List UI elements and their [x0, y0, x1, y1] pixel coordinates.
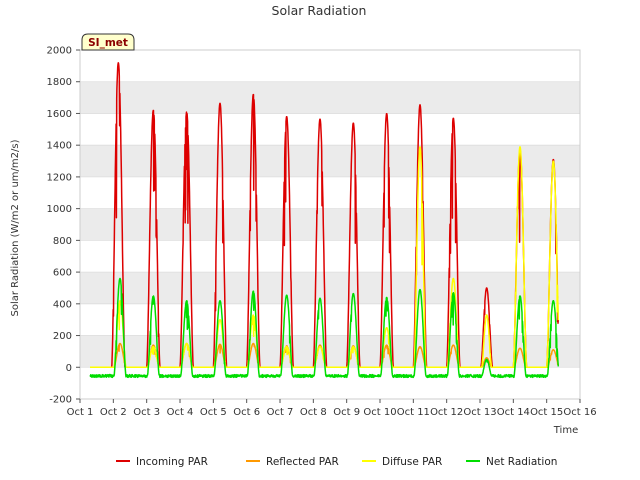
legend-label: Incoming PAR	[136, 456, 208, 468]
x-tick-label: Oct 10	[363, 407, 396, 418]
x-tick-label: Oct 15	[530, 407, 563, 418]
grid-band	[80, 208, 580, 241]
badge-label: SI_met	[88, 37, 128, 49]
x-tick-label: Oct 5	[200, 407, 227, 418]
legend-label: Diffuse PAR	[382, 456, 442, 468]
y-tick-label: -200	[49, 395, 72, 406]
x-tick-label: Oct 9	[333, 407, 360, 418]
x-tick-label: Oct 6	[233, 407, 260, 418]
x-tick-label: Oct 8	[300, 407, 327, 418]
legend: Incoming PAR Reflected PAR Diffuse PAR Net …	[116, 456, 557, 468]
x-tick-label: Oct 13	[463, 407, 496, 418]
chart-title: Solar Radiation	[272, 3, 367, 18]
y-tick-label: 1800	[47, 77, 72, 88]
y-tick-label: 0	[66, 363, 72, 374]
x-tick-label: Oct 14	[497, 407, 530, 418]
x-tick-label: Oct 7	[267, 407, 294, 418]
x-axis-label: Time	[553, 425, 578, 436]
y-tick-label: 1600	[47, 109, 72, 120]
y-tick-label: 400	[53, 299, 72, 310]
station-badge: SI_met	[81, 33, 135, 51]
grid-band	[80, 81, 580, 114]
y-tick-label: 1200	[47, 172, 72, 183]
solar-radiation-chart: -200 0 200 400 600 800 1000 1200 1400 1600 1800 200…	[0, 0, 640, 480]
y-tick-label: 1000	[47, 204, 72, 215]
y-tick-label: 800	[53, 236, 72, 247]
legend-label: Net Radiation	[486, 456, 557, 468]
x-tick-label: Oct 11	[397, 407, 430, 418]
y-tick-label: 600	[53, 268, 72, 279]
x-tick-label: Oct 12	[430, 407, 463, 418]
y-tick-label: 200	[53, 331, 72, 342]
x-tick-label: Oct 3	[133, 407, 160, 418]
grid-band	[80, 272, 580, 304]
legend-label: Reflected PAR	[266, 456, 339, 468]
x-tick-label: Oct 4	[167, 407, 194, 418]
x-tick-label: Oct 2	[100, 407, 127, 418]
y-tick-label: 2000	[47, 46, 72, 57]
y-axis-label: Solar Radiation (W/m2 or um/m2/s)	[10, 139, 21, 316]
x-tick-label: Oct 1	[67, 407, 94, 418]
x-tick-label: Oct 16	[563, 407, 596, 418]
y-tick-label: 1400	[47, 141, 72, 152]
